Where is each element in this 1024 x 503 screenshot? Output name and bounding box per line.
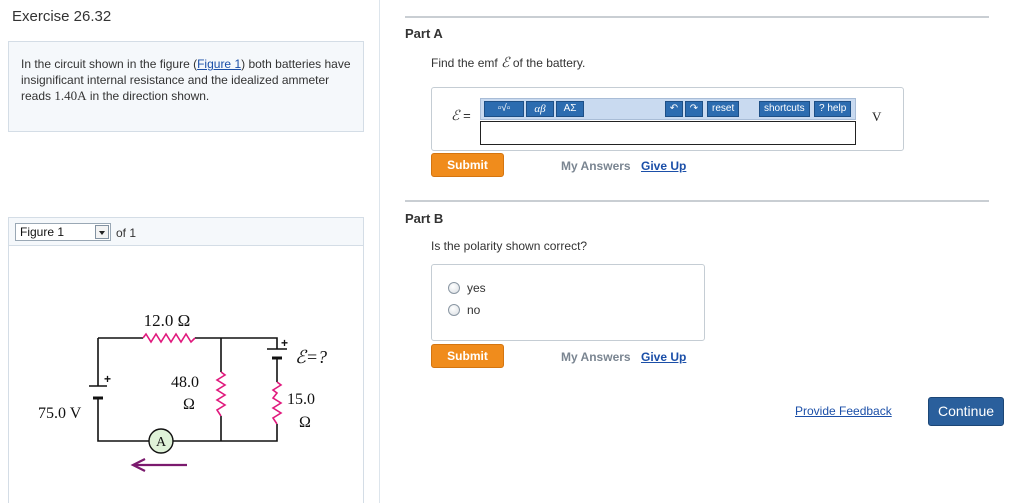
continue-button[interactable]: Continue	[928, 397, 1004, 426]
part-a-question-text-1: Find the emf	[431, 56, 502, 70]
part-b-submit-button[interactable]: Submit	[431, 344, 504, 368]
problem-text-1: In the circuit shown in the figure (	[21, 57, 198, 71]
polarity-options: yes no	[431, 264, 705, 341]
answer-input[interactable]	[480, 121, 856, 145]
help-label: help	[827, 103, 847, 114]
problem-text-3: in the direction shown.	[86, 89, 210, 103]
part-b-question: Is the polarity shown correct?	[431, 239, 588, 253]
redo-button[interactable]: ↷	[685, 101, 703, 117]
figure-link[interactable]: Figure 1	[197, 57, 241, 71]
answer-box: ℰ = ▫√▫ αβ ΑΣ ↶ ↷ reset shortcuts ? help…	[431, 87, 904, 151]
figure-panel: A 12.0 Ω 48.0 Ω 15.0 Ω 75.0 V + + ℰ=?	[8, 245, 364, 503]
part-a-give-up[interactable]: Give Up	[641, 159, 686, 173]
battery-right	[267, 348, 287, 360]
battery-left	[89, 385, 107, 400]
undo-icon: ↶	[669, 103, 679, 114]
ammeter-reading-unit: A	[77, 88, 87, 103]
circuit-diagram: A 12.0 Ω 48.0 Ω 15.0 Ω 75.0 V + + ℰ=?	[38, 311, 327, 472]
resistor-right-value: 15.0	[287, 391, 315, 408]
current-arrow	[130, 458, 187, 472]
math-toolbar: ▫√▫ αβ ΑΣ ↶ ↷ reset shortcuts ? help	[480, 98, 856, 120]
provide-feedback-link[interactable]: Provide Feedback	[795, 404, 892, 418]
resistor-right-unit: Ω	[299, 414, 311, 431]
equation-label: ℰ =	[451, 108, 471, 125]
figure-select[interactable]: Figure 1	[15, 223, 111, 241]
ammeter-reading: 1.40	[54, 88, 78, 103]
shortcuts-label: shortcuts	[764, 103, 805, 114]
figure-count: of 1	[116, 226, 137, 240]
option-no-label: no	[467, 303, 481, 317]
greek-icon: αβ	[534, 103, 546, 115]
help-icon: ?	[819, 103, 825, 114]
resistor-top	[142, 332, 196, 344]
part-a-submit-button[interactable]: Submit	[431, 153, 504, 177]
answer-unit: V	[872, 109, 882, 124]
figure-select-value: Figure 1	[20, 225, 65, 239]
resistor-right	[271, 381, 283, 425]
resistor-middle-value: 48.0	[171, 374, 199, 391]
part-a-divider	[405, 16, 989, 18]
radio-no[interactable]	[448, 304, 460, 316]
greek-button[interactable]: αβ	[526, 101, 554, 117]
battery-right-label: ℰ=?	[295, 347, 327, 367]
chevron-down-icon[interactable]	[95, 225, 109, 239]
redo-icon: ↷	[689, 103, 699, 114]
part-a-question: Find the emf ℰ of the battery.	[431, 55, 585, 72]
eq-sign: =	[459, 108, 471, 123]
resistor-middle	[215, 371, 227, 417]
templates-button[interactable]: ▫√▫	[484, 101, 524, 117]
part-a-my-answers[interactable]: My Answers	[561, 159, 631, 173]
templates-icon: ▫√▫	[497, 103, 511, 114]
reset-button[interactable]: reset	[707, 101, 740, 117]
undo-button[interactable]: ↶	[665, 101, 683, 117]
battery-left-plus: +	[104, 372, 111, 386]
resistor-top-label: 12.0 Ω	[144, 311, 191, 330]
reset-label: reset	[712, 103, 735, 114]
problem-statement: In the circuit shown in the figure (Figu…	[8, 41, 364, 132]
radio-yes[interactable]	[448, 282, 460, 294]
help-button[interactable]: ? help	[814, 101, 852, 117]
part-b-my-answers[interactable]: My Answers	[561, 350, 631, 364]
symbols-button[interactable]: ΑΣ	[556, 101, 584, 117]
part-b-give-up[interactable]: Give Up	[641, 350, 686, 364]
part-a-label: Part A	[405, 26, 443, 41]
symbols-icon: ΑΣ	[563, 103, 577, 114]
part-b-divider	[405, 200, 989, 202]
exercise-title: Exercise 26.32	[12, 8, 112, 25]
option-yes-label: yes	[467, 281, 486, 295]
part-b-label: Part B	[405, 211, 444, 226]
left-panel: Exercise 26.32 In the circuit shown in t…	[0, 0, 380, 503]
option-no[interactable]: no	[448, 303, 480, 317]
resistor-middle-unit: Ω	[183, 396, 195, 413]
battery-left-label: 75.0 V	[38, 405, 82, 422]
part-a-question-text-2: of the battery.	[509, 56, 586, 70]
right-panel: Part A Find the emf ℰ of the battery. ℰ …	[380, 0, 1024, 503]
option-yes[interactable]: yes	[448, 281, 486, 295]
shortcuts-button[interactable]: shortcuts	[759, 101, 810, 117]
figure-toolbar: Figure 1 of 1	[8, 217, 364, 245]
ammeter-label: A	[156, 435, 167, 450]
battery-right-plus: +	[281, 336, 288, 350]
emf-symbol: ℰ	[501, 56, 510, 71]
